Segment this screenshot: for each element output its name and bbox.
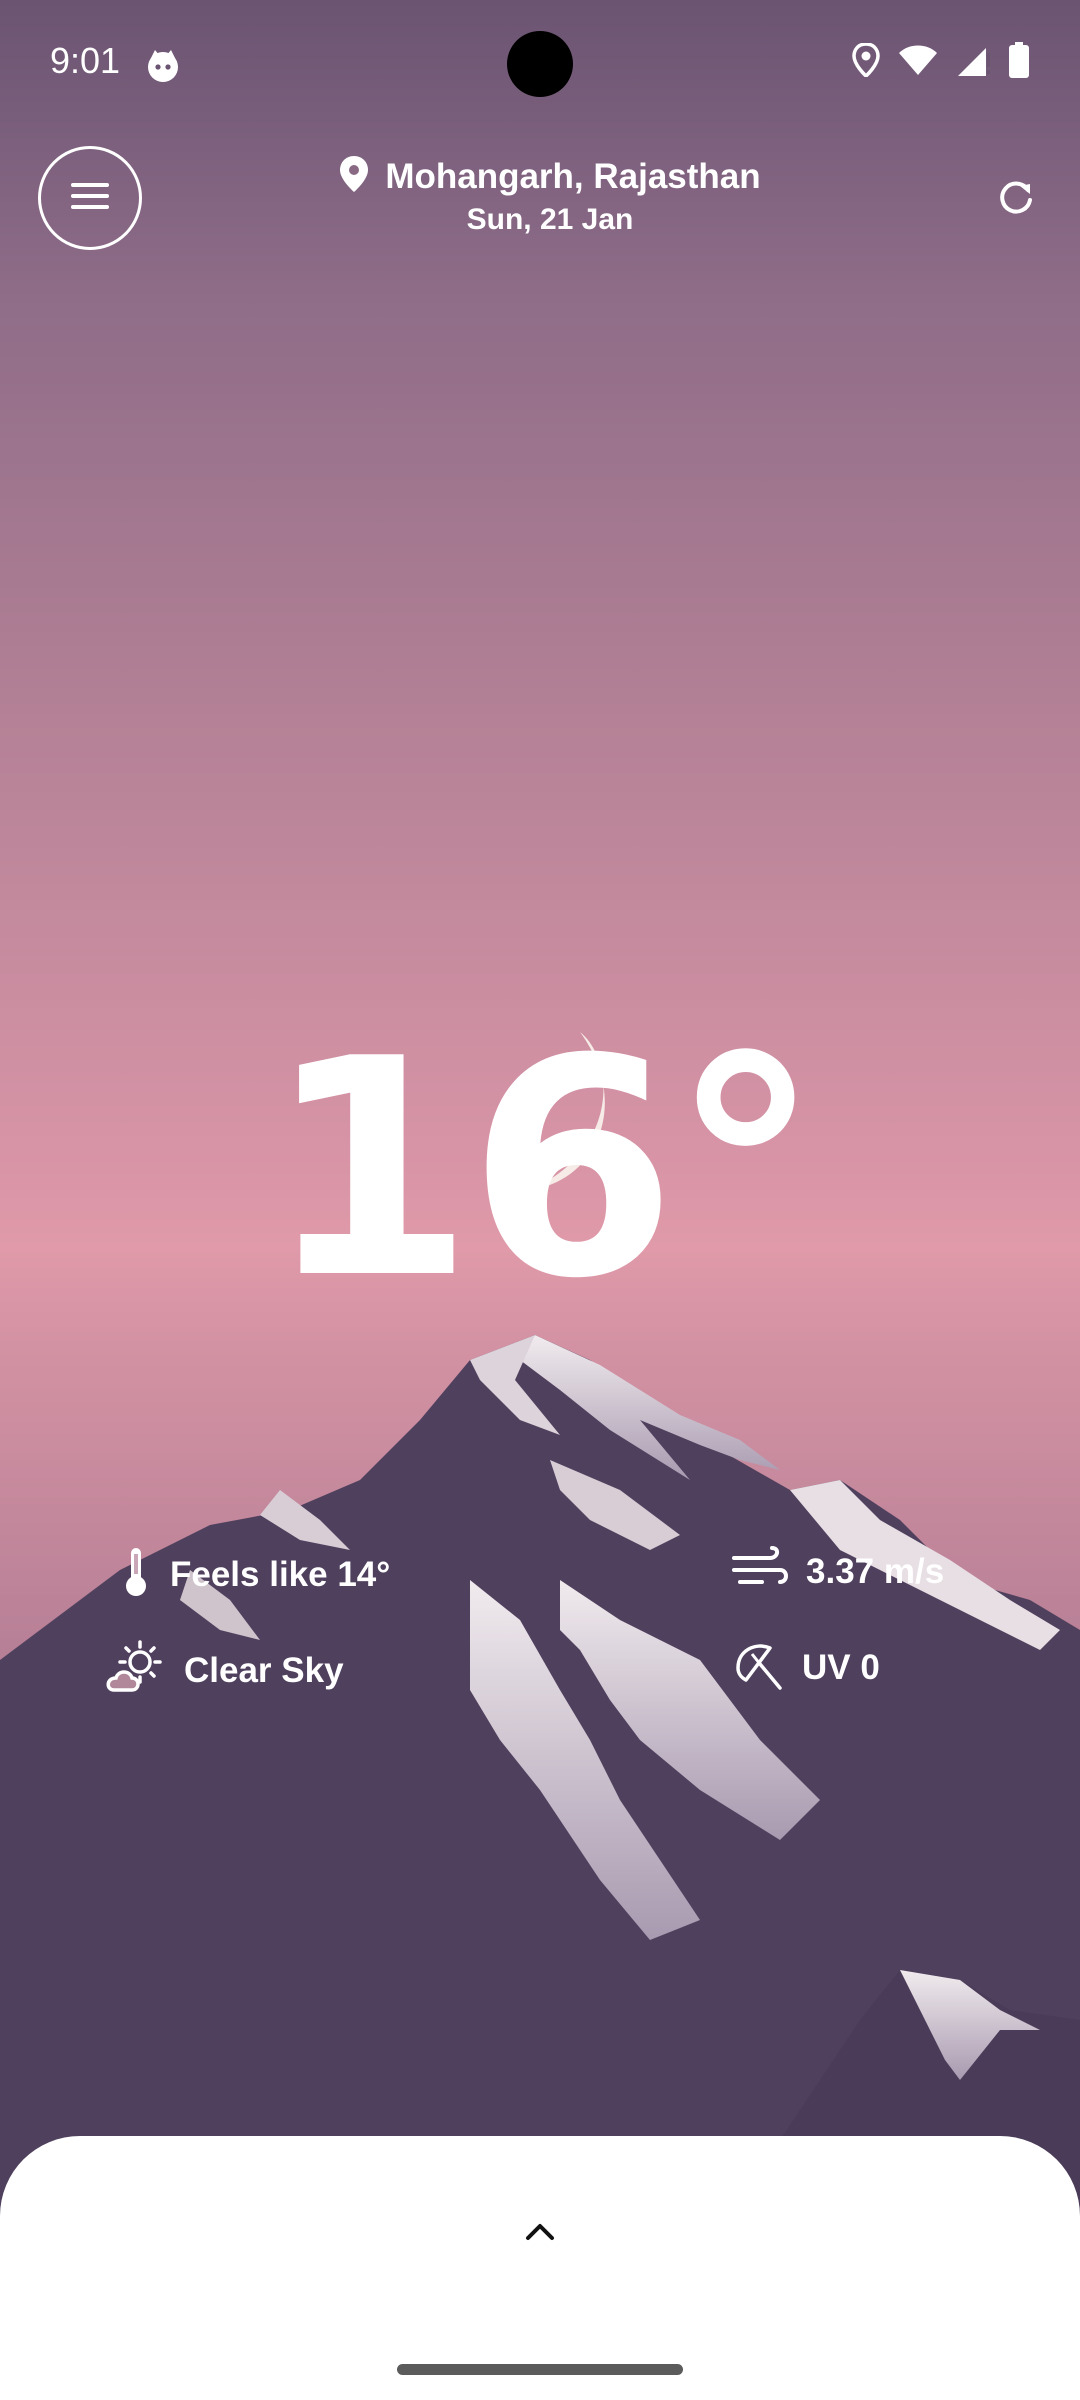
bottom-sheet[interactable]	[0, 2136, 1080, 2400]
condition-label: Clear Sky	[184, 1650, 344, 1690]
date-label: Sun, 21 Jan	[466, 203, 634, 236]
umbrella-icon	[734, 1640, 784, 1695]
refresh-button[interactable]	[994, 176, 1038, 220]
location-name: Mohangarh, Rajasthan	[385, 156, 761, 196]
location-icon	[852, 43, 880, 77]
status-bar: 9:01	[0, 0, 1080, 130]
location-pin-icon	[339, 156, 369, 197]
sun-cloud-icon	[106, 1640, 166, 1701]
wind-icon	[732, 1546, 788, 1597]
cat-app-icon	[145, 48, 181, 84]
wind-info: 3.37 m/s	[732, 1546, 944, 1597]
refresh-icon	[994, 181, 1038, 224]
wind-speed-label: 3.37 m/s	[806, 1551, 945, 1591]
wifi-icon	[898, 44, 938, 76]
uv-index-label: UV 0	[802, 1647, 880, 1687]
uv-info: UV 0	[734, 1640, 880, 1695]
status-icons	[852, 42, 1030, 78]
condition-info: Clear Sky	[106, 1640, 344, 1701]
feels-like-info: Feels like 14°	[120, 1546, 390, 1603]
camera-cutout	[507, 31, 573, 97]
thermometer-icon	[120, 1546, 152, 1603]
signal-icon	[956, 43, 990, 77]
temperature-value: 16°	[265, 995, 820, 1344]
status-time: 9:01	[50, 40, 121, 81]
chevron-up-icon	[520, 2224, 560, 2250]
location-header[interactable]: Mohangarh, Rajasthan Sun, 21 Jan	[300, 156, 800, 237]
menu-icon	[71, 181, 109, 216]
feels-like-label: Feels like 14°	[170, 1554, 391, 1594]
home-indicator[interactable]	[397, 2364, 683, 2375]
expand-sheet-button[interactable]	[520, 2216, 560, 2246]
battery-icon	[1008, 42, 1030, 78]
menu-button[interactable]	[38, 146, 142, 250]
